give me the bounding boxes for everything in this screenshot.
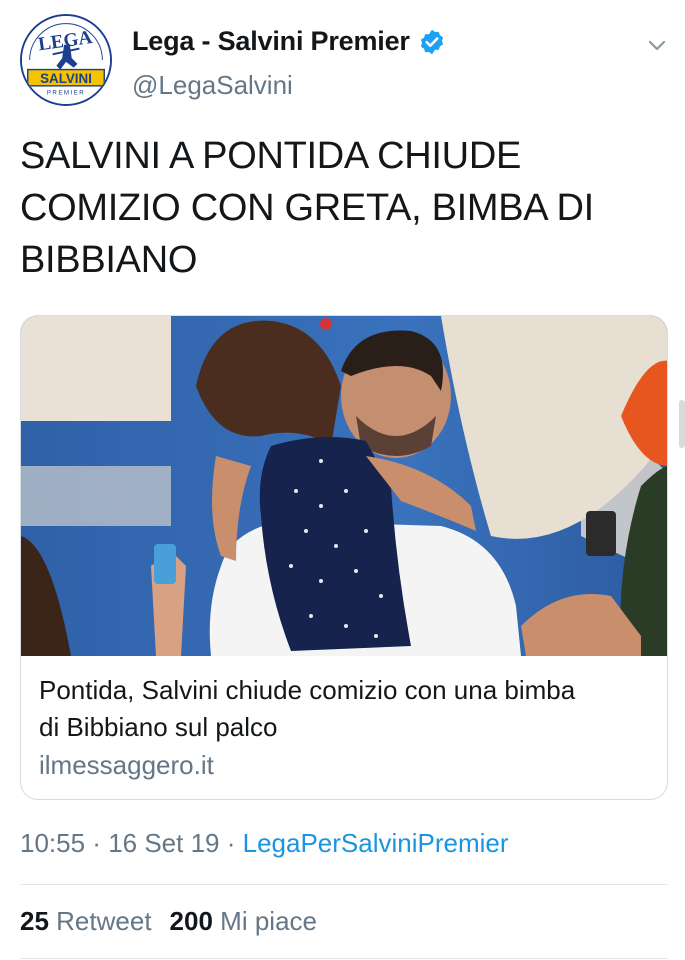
name-row: Lega - Salvini Premier — [132, 26, 446, 57]
retweets-count: 25 — [20, 906, 49, 936]
card-photo — [21, 316, 667, 656]
retweets-label: Retweet — [56, 906, 152, 936]
retweets-stat[interactable]: 25 Retweet — [20, 906, 152, 936]
meta-separator: · — [85, 828, 109, 858]
tweet-meta: 10:55 · 16 Set 19 · LegaPerSalviniPremie… — [20, 828, 509, 859]
likes-label: Mi piace — [220, 906, 317, 936]
tweet-date[interactable]: 16 Set 19 — [108, 828, 219, 858]
card-domain: ilmessaggero.it — [39, 750, 214, 780]
card-image[interactable] — [21, 316, 667, 656]
lega-logo: LEGA SALVINI PREMIER — [22, 16, 110, 104]
tweet-text-line: BIBBIANO — [20, 239, 198, 281]
tweet-text-line: SALVINI A PONTIDA CHIUDE — [20, 135, 522, 177]
chevron-down-icon[interactable] — [646, 34, 668, 56]
tweet-header: LEGA SALVINI PREMIER Lega - Salvini Prem… — [20, 14, 670, 106]
likes-stat[interactable]: 200 Mi piace — [170, 906, 317, 936]
tweet-text: SALVINI A PONTIDA CHIUDE COMIZIO CON GRE… — [20, 130, 660, 286]
logo-bottom-text: PREMIER — [47, 89, 85, 96]
likes-count: 200 — [169, 906, 213, 936]
card-title-line: di Bibbiano sul palco — [39, 712, 278, 742]
meta-separator: · — [219, 828, 243, 858]
tweet-source-link[interactable]: LegaPerSalviniPremier — [243, 828, 509, 858]
tweet-text-line: COMIZIO CON GRETA, BIMBA DI — [20, 187, 594, 229]
tweet-stats: 25 Retweet 200 Mi piace — [20, 906, 317, 937]
account-handle[interactable]: @LegaSalvini — [132, 70, 293, 101]
logo-banner-text: SALVINI — [40, 71, 92, 86]
divider — [20, 958, 668, 959]
card-title-line: Pontida, Salvini chiude comizio con una … — [39, 675, 576, 705]
scrollbar[interactable] — [679, 400, 685, 448]
card-title[interactable]: Pontida, Salvini chiude comizio con una … — [39, 672, 649, 746]
divider — [20, 884, 668, 885]
display-name[interactable]: Lega - Salvini Premier — [132, 26, 410, 57]
verified-badge-icon — [418, 28, 446, 56]
avatar[interactable]: LEGA SALVINI PREMIER — [20, 14, 112, 106]
tweet-time[interactable]: 10:55 — [20, 828, 85, 858]
link-card[interactable]: Pontida, Salvini chiude comizio con una … — [20, 315, 668, 800]
